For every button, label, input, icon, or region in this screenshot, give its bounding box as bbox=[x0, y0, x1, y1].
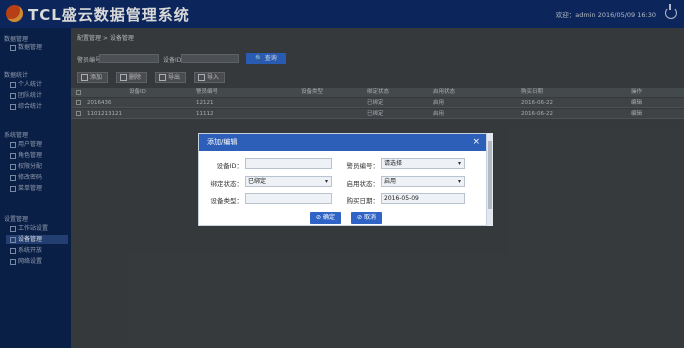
enable-status-label: 启用状态： bbox=[346, 180, 380, 188]
bind-status-label: 绑定状态： bbox=[210, 180, 244, 188]
device-type-label: 设备类型： bbox=[210, 197, 244, 205]
confirm-button[interactable]: ⊘ 确定 bbox=[310, 212, 341, 224]
enable-status-select[interactable]: 启用 bbox=[381, 176, 465, 187]
enable-status-selected: 启用 bbox=[384, 178, 397, 185]
police-no-selected: 请选择 bbox=[384, 160, 403, 167]
modal-scrollbar[interactable] bbox=[487, 133, 493, 226]
police-no-select[interactable]: 请选择 bbox=[381, 158, 465, 169]
close-icon[interactable]: × bbox=[472, 134, 480, 151]
bind-status-select[interactable]: 已绑定 bbox=[245, 176, 332, 187]
device-id-input[interactable] bbox=[245, 158, 332, 169]
add-edit-modal: 添加/编辑 × 设备ID： 警员编号： 请选择 绑定状态： 已绑定 启用状态： … bbox=[198, 133, 487, 226]
modal-scrollbar-thumb[interactable] bbox=[488, 141, 492, 209]
modal-title: 添加/编辑 bbox=[207, 138, 238, 146]
cancel-button[interactable]: ⊘ 取消 bbox=[351, 212, 382, 224]
buy-date-label: 购买日期： bbox=[346, 197, 380, 205]
device-id-label: 设备ID： bbox=[216, 162, 243, 170]
device-type-input[interactable] bbox=[245, 193, 332, 204]
modal-header: 添加/编辑 × bbox=[199, 134, 486, 151]
buy-date-input[interactable]: 2016-05-09 bbox=[381, 193, 465, 204]
police-no-label: 警员编号： bbox=[346, 162, 380, 170]
bind-status-selected: 已绑定 bbox=[248, 178, 267, 185]
